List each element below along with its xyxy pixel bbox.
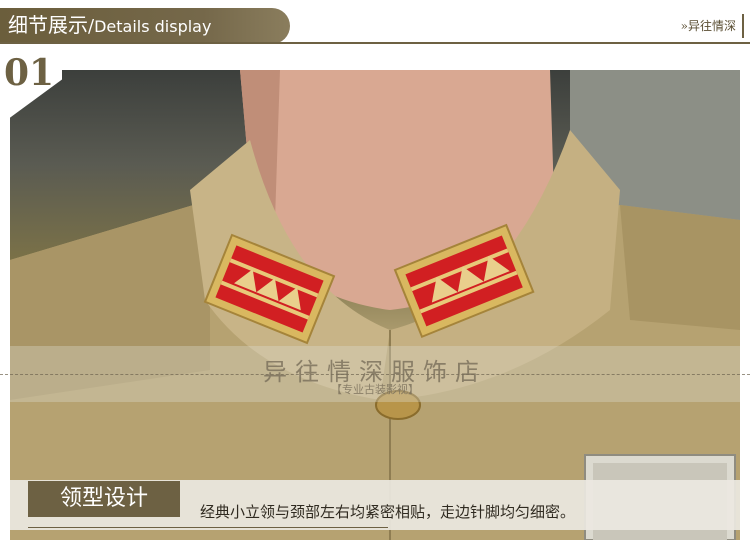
header: 细节展示/Details display »异往情深: [0, 8, 750, 44]
header-divider: [0, 42, 750, 44]
header-title-en: Details display: [94, 17, 212, 36]
shop-tag: »异往情深: [677, 14, 744, 38]
caption-label: 领型设计: [28, 481, 180, 517]
header-title: 细节展示/Details display: [8, 12, 211, 40]
watermark-tagline: 【专业古装影视】: [331, 383, 419, 396]
header-title-cn: 细节展示: [8, 13, 88, 37]
collar-illustration: [10, 70, 740, 540]
section-number: 01: [4, 52, 55, 94]
caption-underline: [28, 527, 388, 528]
product-photo: [10, 70, 740, 540]
caption-text: 经典小立领与颈部左右均紧密相贴，走边针脚均匀细密。: [200, 503, 576, 521]
